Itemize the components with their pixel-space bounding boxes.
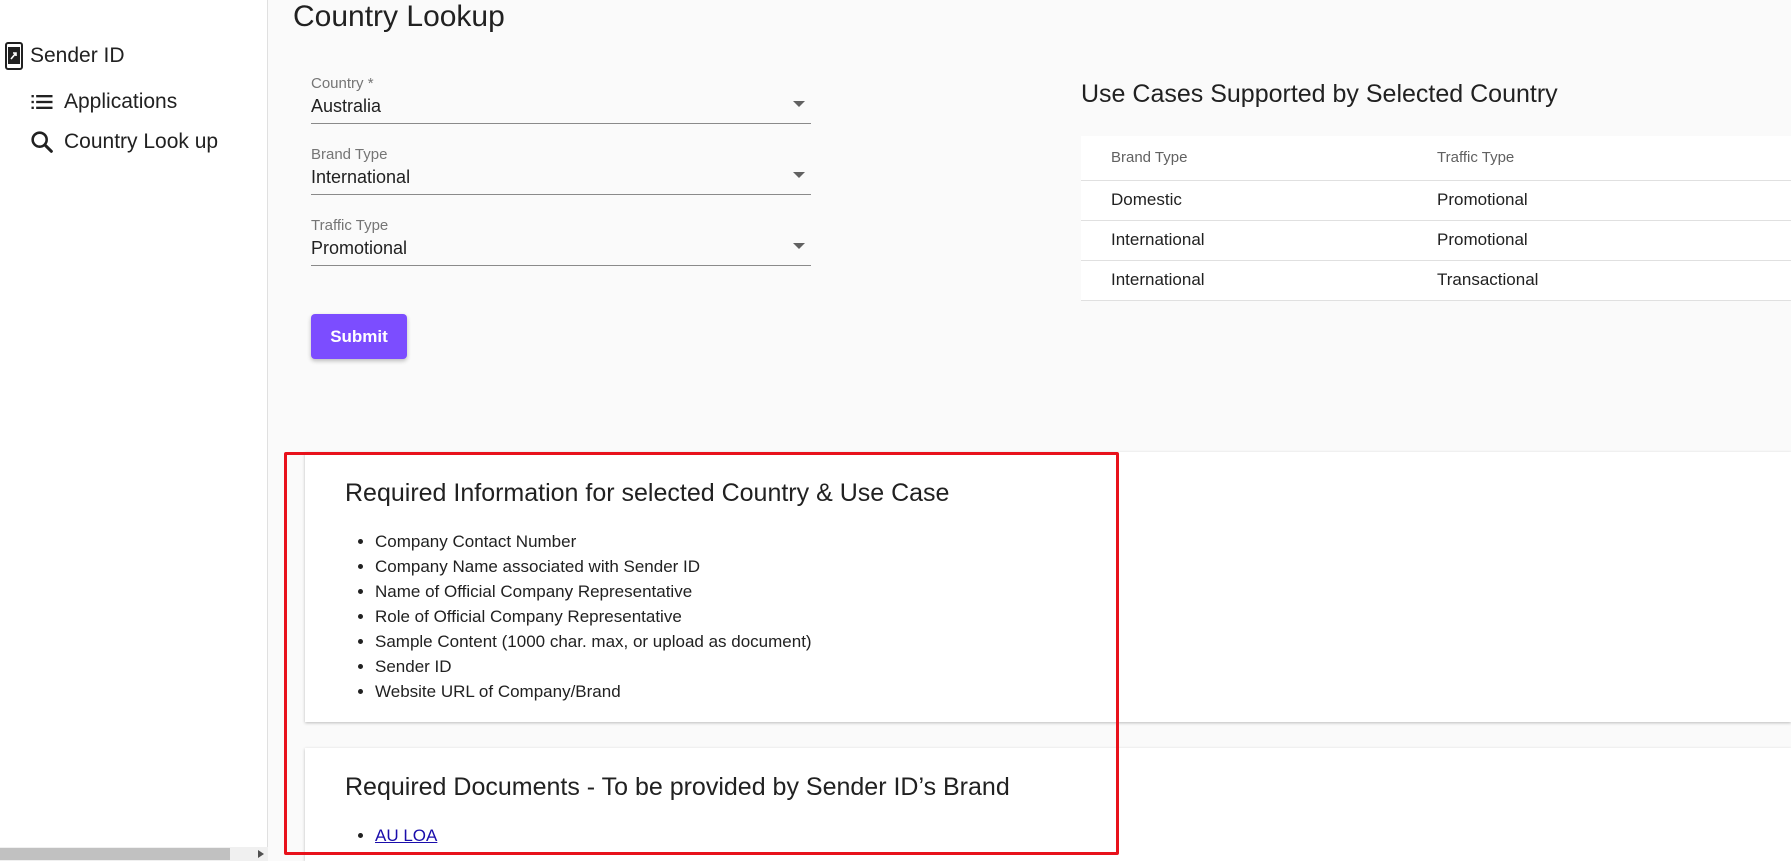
table-header-row: Brand Type Traffic Type xyxy=(1081,136,1791,181)
table-row: Domestic Promotional xyxy=(1081,180,1791,221)
list-item: Name of Official Company Representative xyxy=(375,579,812,604)
sidebar-item-label: Country Look up xyxy=(64,130,219,153)
horizontal-scrollbar[interactable] xyxy=(0,847,268,861)
table-cell: International xyxy=(1081,220,1407,261)
scroll-right-arrow-icon[interactable] xyxy=(258,850,264,858)
required-information-title: Required Information for selected Countr… xyxy=(345,479,950,507)
table-cell: Promotional xyxy=(1407,180,1791,221)
traffic-type-value: Promotional xyxy=(311,238,408,258)
table-row: International Promotional xyxy=(1081,220,1791,261)
column-header-traffic-type: Traffic Type xyxy=(1407,136,1791,181)
required-documents-card: Required Documents - To be provided by S… xyxy=(305,748,1791,861)
country-value: Australia xyxy=(311,96,382,116)
phone-icon xyxy=(5,42,23,70)
list-icon xyxy=(31,95,53,109)
list-item: Role of Official Company Representative xyxy=(375,604,812,629)
table-cell: Domestic xyxy=(1081,180,1407,221)
required-information-card: Required Information for selected Countr… xyxy=(305,452,1791,722)
sidebar-item-country-lookup[interactable]: Country Look up xyxy=(28,128,218,156)
required-documents-title: Required Documents - To be provided by S… xyxy=(345,773,1010,801)
list-item: Company Name associated with Sender ID xyxy=(375,554,812,579)
page-title: Country Lookup xyxy=(293,0,505,33)
traffic-type-select[interactable]: Traffic Type Promotional xyxy=(311,217,811,266)
brand-type-label: Brand Type xyxy=(311,146,388,163)
dropdown-arrow-icon xyxy=(793,101,805,107)
sidebar-item-applications[interactable]: Applications xyxy=(28,88,177,116)
dropdown-arrow-icon xyxy=(793,172,805,178)
brand-type-value: International xyxy=(311,167,411,187)
country-select[interactable]: Country * Australia xyxy=(311,75,811,124)
required-documents-list: AU LOA xyxy=(375,823,437,848)
scrollbar-thumb[interactable] xyxy=(0,848,230,860)
use-cases-title: Use Cases Supported by Selected Country xyxy=(1081,80,1558,108)
use-cases-table: Brand Type Traffic Type Domestic Promoti… xyxy=(1081,136,1791,301)
search-icon xyxy=(31,131,53,153)
au-loa-link[interactable]: AU LOA xyxy=(375,826,437,845)
list-item: AU LOA xyxy=(375,823,437,848)
dropdown-arrow-icon xyxy=(793,243,805,249)
submit-button[interactable]: Submit xyxy=(311,314,407,359)
sidebar: Sender ID Applications Country Look up xyxy=(0,0,268,861)
list-item: Website URL of Company/Brand xyxy=(375,679,812,704)
table-cell: International xyxy=(1081,260,1407,301)
table-row: International Transactional xyxy=(1081,260,1791,301)
sidebar-header: Sender ID xyxy=(5,42,125,70)
country-label: Country * xyxy=(311,75,374,92)
brand-type-select[interactable]: Brand Type International xyxy=(311,146,811,195)
traffic-type-label: Traffic Type xyxy=(311,217,389,234)
list-item: Company Contact Number xyxy=(375,529,812,554)
sidebar-title: Sender ID xyxy=(30,44,125,67)
column-header-brand-type: Brand Type xyxy=(1081,136,1407,181)
sidebar-item-label: Applications xyxy=(64,90,178,113)
table-cell: Transactional xyxy=(1407,260,1791,301)
table-cell: Promotional xyxy=(1407,220,1791,261)
list-item: Sender ID xyxy=(375,654,812,679)
required-information-list: Company Contact Number Company Name asso… xyxy=(375,529,812,704)
list-item: Sample Content (1000 char. max, or uploa… xyxy=(375,629,812,654)
